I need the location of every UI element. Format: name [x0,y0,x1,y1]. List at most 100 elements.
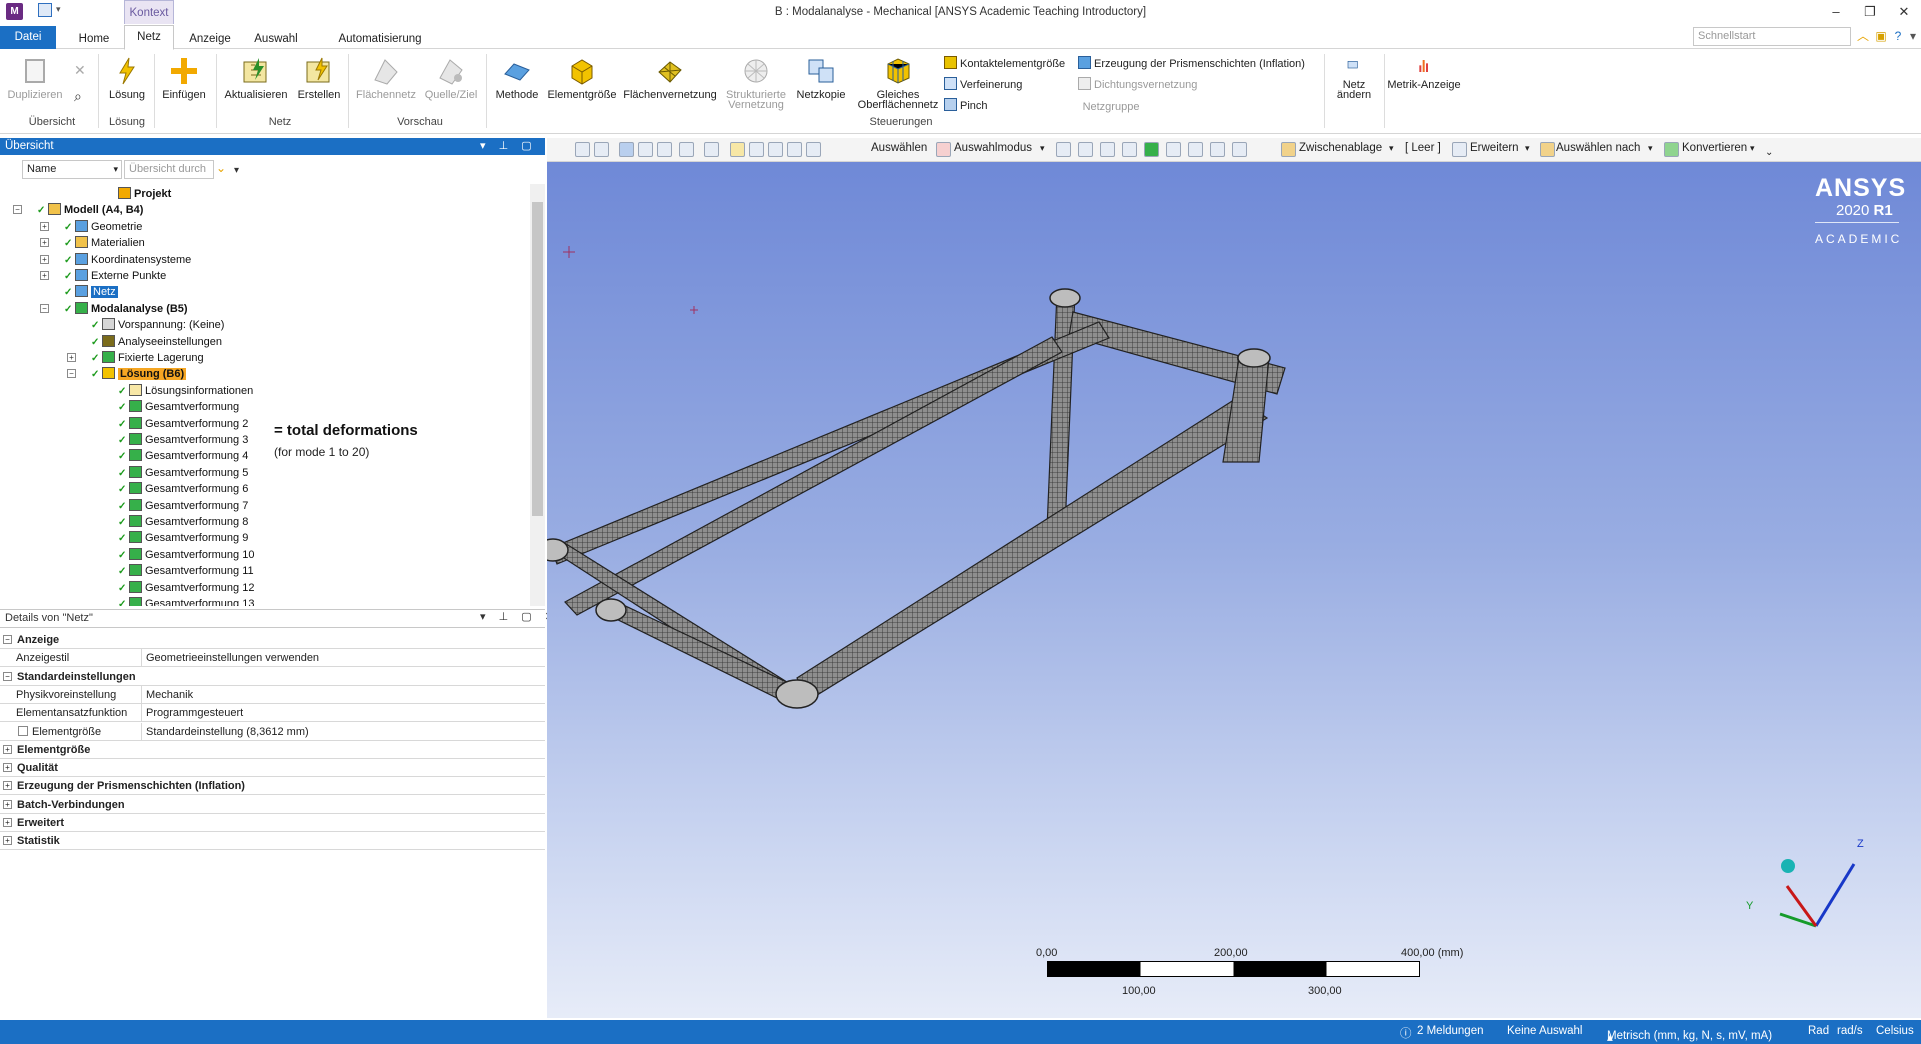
select-button[interactable]: Auswählen [871,142,927,154]
filter-edge-icon[interactable] [1078,142,1093,157]
tree-item-total-deformation[interactable]: ✓ Gesamtverformung 12 [118,580,254,596]
face-meshing-button[interactable]: Flächenvernetzung [620,56,720,118]
zoom-icon[interactable] [749,142,764,157]
collapse-icon[interactable]: − [40,303,49,313]
select-body-icon[interactable] [619,142,634,157]
collapse-icon[interactable]: − [13,205,22,215]
expand-icon[interactable]: + [3,763,12,773]
messages-icon[interactable]: ⓘ [1400,1025,1412,1041]
structured-meshing-button[interactable]: Strukturierte Vernetzung [720,56,792,118]
tree-item-total-deformation[interactable]: ✓ Gesamtverformung 7 [118,498,248,514]
element-size-button[interactable]: Elementgröße [546,56,618,118]
tree-item-total-deformation[interactable]: ✓ Gesamtverformung 6 [118,481,248,497]
filter-extend-icon[interactable] [1232,142,1247,157]
details-property-value[interactable]: Geometrieeinstellungen verwenden [146,649,319,667]
delete-icon[interactable]: ✕ [74,62,86,79]
rotate-icon[interactable] [704,142,719,157]
extend-button[interactable]: Erweitern [1470,142,1519,154]
tree-item-total-deformation[interactable]: ✓ Gesamtverformung 11 [118,563,254,579]
filter-mesh-icon[interactable] [1210,142,1225,157]
details-property-value[interactable]: Standardeinstellung (8,3612 mm) [146,723,309,741]
toolbar-overflow-icon[interactable]: ⌄ [1765,147,1773,158]
status-angle[interactable]: Rad [1808,1025,1829,1037]
tree-item[interactable]: ✓ Lösungsinformationen [118,383,253,399]
shaded-icon[interactable] [638,142,653,157]
outline-scrollbar-thumb[interactable] [532,202,543,516]
clipboard-button[interactable]: Zwischenablage [1299,142,1382,154]
close-icon[interactable]: ✕ [1887,3,1921,21]
ribbon-minimize-icon[interactable]: ︿ [1856,29,1870,43]
outline-filter-select[interactable]: Name ▾ [22,160,122,179]
select-mode-button[interactable]: Auswahlmodus [954,142,1032,154]
expand-icon[interactable]: + [3,818,12,827]
details-section[interactable]: + Erzeugung der Prismenschichten (Inflati… [0,777,545,796]
surface-mesh-button[interactable]: Flächennetz [352,56,420,118]
status-temperature[interactable]: Celsius [1876,1025,1914,1037]
graphics-viewport[interactable] [547,162,1921,1018]
pinch-button[interactable]: Pinch [944,98,988,114]
tree-item[interactable]: ✓ Analyseeinstellungen [91,334,222,350]
axis-triad[interactable] [1752,836,1872,936]
status-rotation[interactable]: rad/s [1837,1025,1863,1037]
expand-icon[interactable]: + [40,254,49,264]
collapse-icon[interactable]: − [67,369,76,379]
details-property-row[interactable]: Anzeigestil Geometrieeinstellungen verwen… [0,649,545,668]
find-icon[interactable]: ⌕ [74,88,82,105]
tree-item-total-deformation[interactable]: ✓ Gesamtverformung 5 [118,465,248,481]
expand-icon[interactable]: + [40,238,49,248]
magnifier-icon[interactable] [806,142,821,157]
ribbon-options-icon[interactable]: ▾ [1906,29,1920,43]
tab-home[interactable]: Home [74,29,114,49]
method-button[interactable]: Methode [490,56,544,118]
tab-automatisierung[interactable]: Automatisierung [330,29,430,49]
minimize-icon[interactable]: – [1819,3,1853,21]
duplicate-button[interactable]: Duplizieren [6,56,64,118]
tree-item[interactable]: ✓ Geometrie [64,219,142,235]
tree-item-total-deformation[interactable]: ✓ Gesamtverformung 3 [118,432,248,448]
status-messages[interactable]: 2 Meldungen [1417,1025,1484,1037]
metric-display-button[interactable]: Metrik-Anzeige [1386,56,1462,118]
select-by-button[interactable]: Auswählen nach [1556,142,1640,154]
checkbox[interactable] [18,725,28,736]
filter-element-face-icon[interactable] [1166,142,1181,157]
tree-item-total-deformation[interactable]: ✓ Gesamtverformung 13 [118,596,254,606]
tree-item[interactable]: ✓ Vorspannung: (Keine) [91,317,224,333]
details-section[interactable]: + Elementgröße [0,741,545,759]
mesh-copy-button[interactable]: Netzkopie [792,56,850,118]
expand-icon[interactable]: + [3,799,12,809]
filter-element-icon[interactable] [1188,142,1203,157]
zoom-in-icon[interactable] [575,142,590,157]
contact-sizing-button[interactable]: Kontaktelementgröße [944,56,1065,72]
tab-datei[interactable]: Datei [0,26,56,49]
convert-button[interactable]: Konvertieren [1682,142,1747,154]
expand-icon[interactable]: + [3,744,12,754]
tree-item-total-deformation[interactable]: ✓ Gesamtverformung 2 [118,416,248,432]
match-surface-mesh-button[interactable]: Gleiches Oberflächennetz [852,56,944,118]
expand-icon[interactable]: + [3,836,12,846]
zoom-out-icon[interactable] [594,142,609,157]
change-mesh-button[interactable]: Netz ändern [1328,56,1380,118]
help-icon[interactable]: ? [1891,29,1905,43]
refinement-button[interactable]: Verfeinerung [944,77,1022,93]
tab-netz[interactable]: Netz [124,25,174,50]
details-property-value[interactable]: Mechanik [146,686,193,704]
tree-item-total-deformation[interactable]: ✓ Gesamtverformung 10 [118,547,254,563]
cube-icon[interactable] [657,142,672,157]
toolbar-overflow-icon[interactable]: ▾ [234,165,239,176]
section-icon[interactable] [679,142,694,157]
filter-node-icon[interactable] [1144,142,1159,157]
details-section[interactable]: + Batch-Verbindungen [0,796,545,814]
tree-item[interactable]: ✓ Modell (A4, B4) [37,202,143,218]
quicksearch-input[interactable]: Schnellstart [1693,27,1851,46]
tree-item[interactable]: ✓ Lösung (B6) [91,366,187,382]
tree-item-total-deformation[interactable]: ✓ Gesamtverformung 4 [118,448,248,464]
filter-face-icon[interactable] [1100,142,1115,157]
details-property-row[interactable]: Physikvoreinstellung Mechanik [0,685,545,704]
tree-item[interactable]: Projekt [118,186,171,202]
collapse-icon[interactable]: − [3,635,12,644]
solve-button[interactable]: Lösung [104,56,150,118]
tree-item[interactable]: ✓ Koordinatensysteme [64,252,191,268]
expand-icon[interactable]: + [3,781,12,791]
details-section[interactable]: + Statistik [0,832,545,851]
inflation-button[interactable]: Erzeugung der Prismenschichten (Inflatio… [1078,56,1305,72]
